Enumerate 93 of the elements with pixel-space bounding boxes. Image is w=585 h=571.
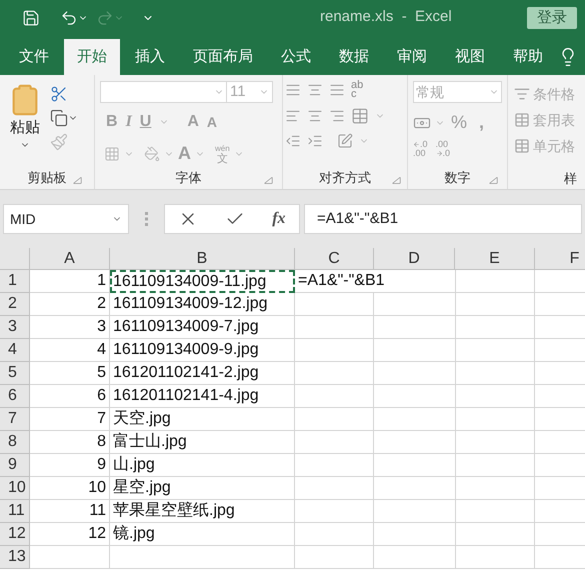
row-header[interactable]: 1 [0, 270, 30, 293]
row-header[interactable]: 2 [0, 293, 30, 316]
align-right-icon[interactable] [329, 108, 345, 124]
table-cell: 富士山.jpg [110, 431, 295, 454]
table-cell: 161201102141-2.jpg [110, 362, 295, 385]
group-label: 对齐方式 [319, 169, 371, 188]
table-cell: 2 [30, 293, 110, 316]
row-header[interactable]: 9 [0, 454, 30, 477]
font-name-field[interactable] [100, 81, 227, 103]
scissors-icon[interactable] [50, 85, 68, 103]
format-painter-icon[interactable] [50, 133, 68, 151]
row-header[interactable]: 10 [0, 477, 30, 500]
table-cell: 161109134009-11.jpg [110, 270, 295, 293]
group-label: 字体 [176, 169, 202, 188]
align-middle-icon[interactable] [307, 82, 323, 98]
dialog-launcher-icon[interactable] [73, 176, 82, 185]
column-header[interactable]: D [374, 248, 455, 270]
table-cell: 天空.jpg [110, 408, 295, 431]
table-cell: 山.jpg [110, 454, 295, 477]
window-title: rename.xls - Excel [320, 7, 452, 28]
table-cell: 4 [30, 339, 110, 362]
table-icon [514, 138, 530, 154]
align-bottom-icon[interactable] [329, 82, 345, 98]
column-header[interactable]: B [110, 248, 295, 270]
row-header[interactable]: 3 [0, 316, 30, 339]
table-cell: 12 [30, 523, 110, 546]
table-cell: 苹果星空壁纸.jpg [110, 500, 295, 523]
row-header[interactable]: 6 [0, 385, 30, 408]
ribbon-tab[interactable]: 文件 [6, 39, 62, 75]
redo-icon[interactable] [96, 8, 114, 26]
table-cell: 10 [30, 477, 110, 500]
arrow-left-icon [413, 141, 420, 148]
fill-color-icon[interactable] [144, 146, 160, 162]
table-cell: 161201102141-4.jpg [110, 385, 295, 408]
paste-button[interactable]: 粘贴 [10, 117, 40, 140]
ribbon-tab[interactable]: 开始 [64, 39, 120, 75]
increase-indent-icon[interactable] [307, 133, 323, 149]
ribbon-tab[interactable]: 审阅 [384, 39, 440, 75]
dialog-launcher-icon[interactable] [392, 176, 401, 185]
table-cell: 8 [30, 431, 110, 454]
ribbon-tab[interactable]: 插入 [122, 39, 178, 75]
splitter-handle-icon[interactable] [145, 212, 148, 226]
table-cell: 6 [30, 385, 110, 408]
save-icon[interactable] [22, 8, 40, 26]
login-button[interactable]: 登录 [527, 6, 577, 28]
row-header[interactable]: 11 [0, 500, 30, 523]
select-all-corner[interactable] [0, 248, 30, 270]
arrow-right-icon [436, 150, 443, 157]
table-icon [514, 112, 530, 128]
table-cell: 3 [30, 316, 110, 339]
ribbon-tab[interactable]: 页面布局 [180, 39, 266, 75]
table-cell: 11 [30, 500, 110, 523]
table-cell: 161109134009-12.jpg [110, 293, 295, 316]
column-header[interactable]: C [295, 248, 374, 270]
row-header[interactable]: 13 [0, 546, 30, 569]
group-label: 数字 [444, 169, 470, 188]
column-header[interactable]: A [30, 248, 110, 270]
merge-cells-icon[interactable] [351, 107, 369, 125]
table-cell: 5 [30, 362, 110, 385]
border-icon[interactable] [104, 146, 120, 162]
row-header[interactable]: 4 [0, 339, 30, 362]
formula-input[interactable]: =A1&"-"&B1 [304, 204, 582, 234]
ribbon-tab[interactable]: 帮助 [500, 39, 556, 75]
group-label: 样 [564, 171, 577, 186]
row-header[interactable]: 8 [0, 431, 30, 454]
table-cell: 镜.jpg [110, 523, 295, 546]
column-header[interactable]: F [535, 248, 585, 270]
table-cell: 161109134009-9.jpg [110, 339, 295, 362]
decrease-indent-icon[interactable] [285, 133, 301, 149]
dialog-launcher-icon[interactable] [489, 176, 498, 185]
row-header[interactable]: 7 [0, 408, 30, 431]
group-label: 剪贴板 [28, 169, 66, 188]
align-left-icon[interactable] [285, 108, 301, 124]
row-header[interactable]: 12 [0, 523, 30, 546]
column-header[interactable]: E [455, 248, 535, 270]
row-header[interactable]: 5 [0, 362, 30, 385]
table-cell: =A1&"-"&B1 [295, 270, 455, 293]
ribbon-tab[interactable]: 视图 [442, 39, 498, 75]
ribbon-tab[interactable]: 数据 [326, 39, 382, 75]
name-box[interactable]: MID [3, 204, 129, 234]
table-cell: 7 [30, 408, 110, 431]
table-cell: 星空.jpg [110, 477, 295, 500]
undo-icon[interactable] [60, 8, 78, 26]
table-cell: 9 [30, 454, 110, 477]
table-cell: 161109134009-7.jpg [110, 316, 295, 339]
copy-icon[interactable] [50, 109, 68, 127]
align-top-icon[interactable] [285, 82, 301, 98]
dialog-launcher-icon[interactable] [264, 176, 273, 185]
ribbon-tab[interactable]: 公式 [268, 39, 324, 75]
align-center-icon[interactable] [307, 108, 323, 124]
insert-function-button[interactable]: fx [272, 207, 286, 231]
wrap-text-button[interactable]: ab c [351, 81, 364, 99]
table-cell: 1 [30, 270, 110, 293]
